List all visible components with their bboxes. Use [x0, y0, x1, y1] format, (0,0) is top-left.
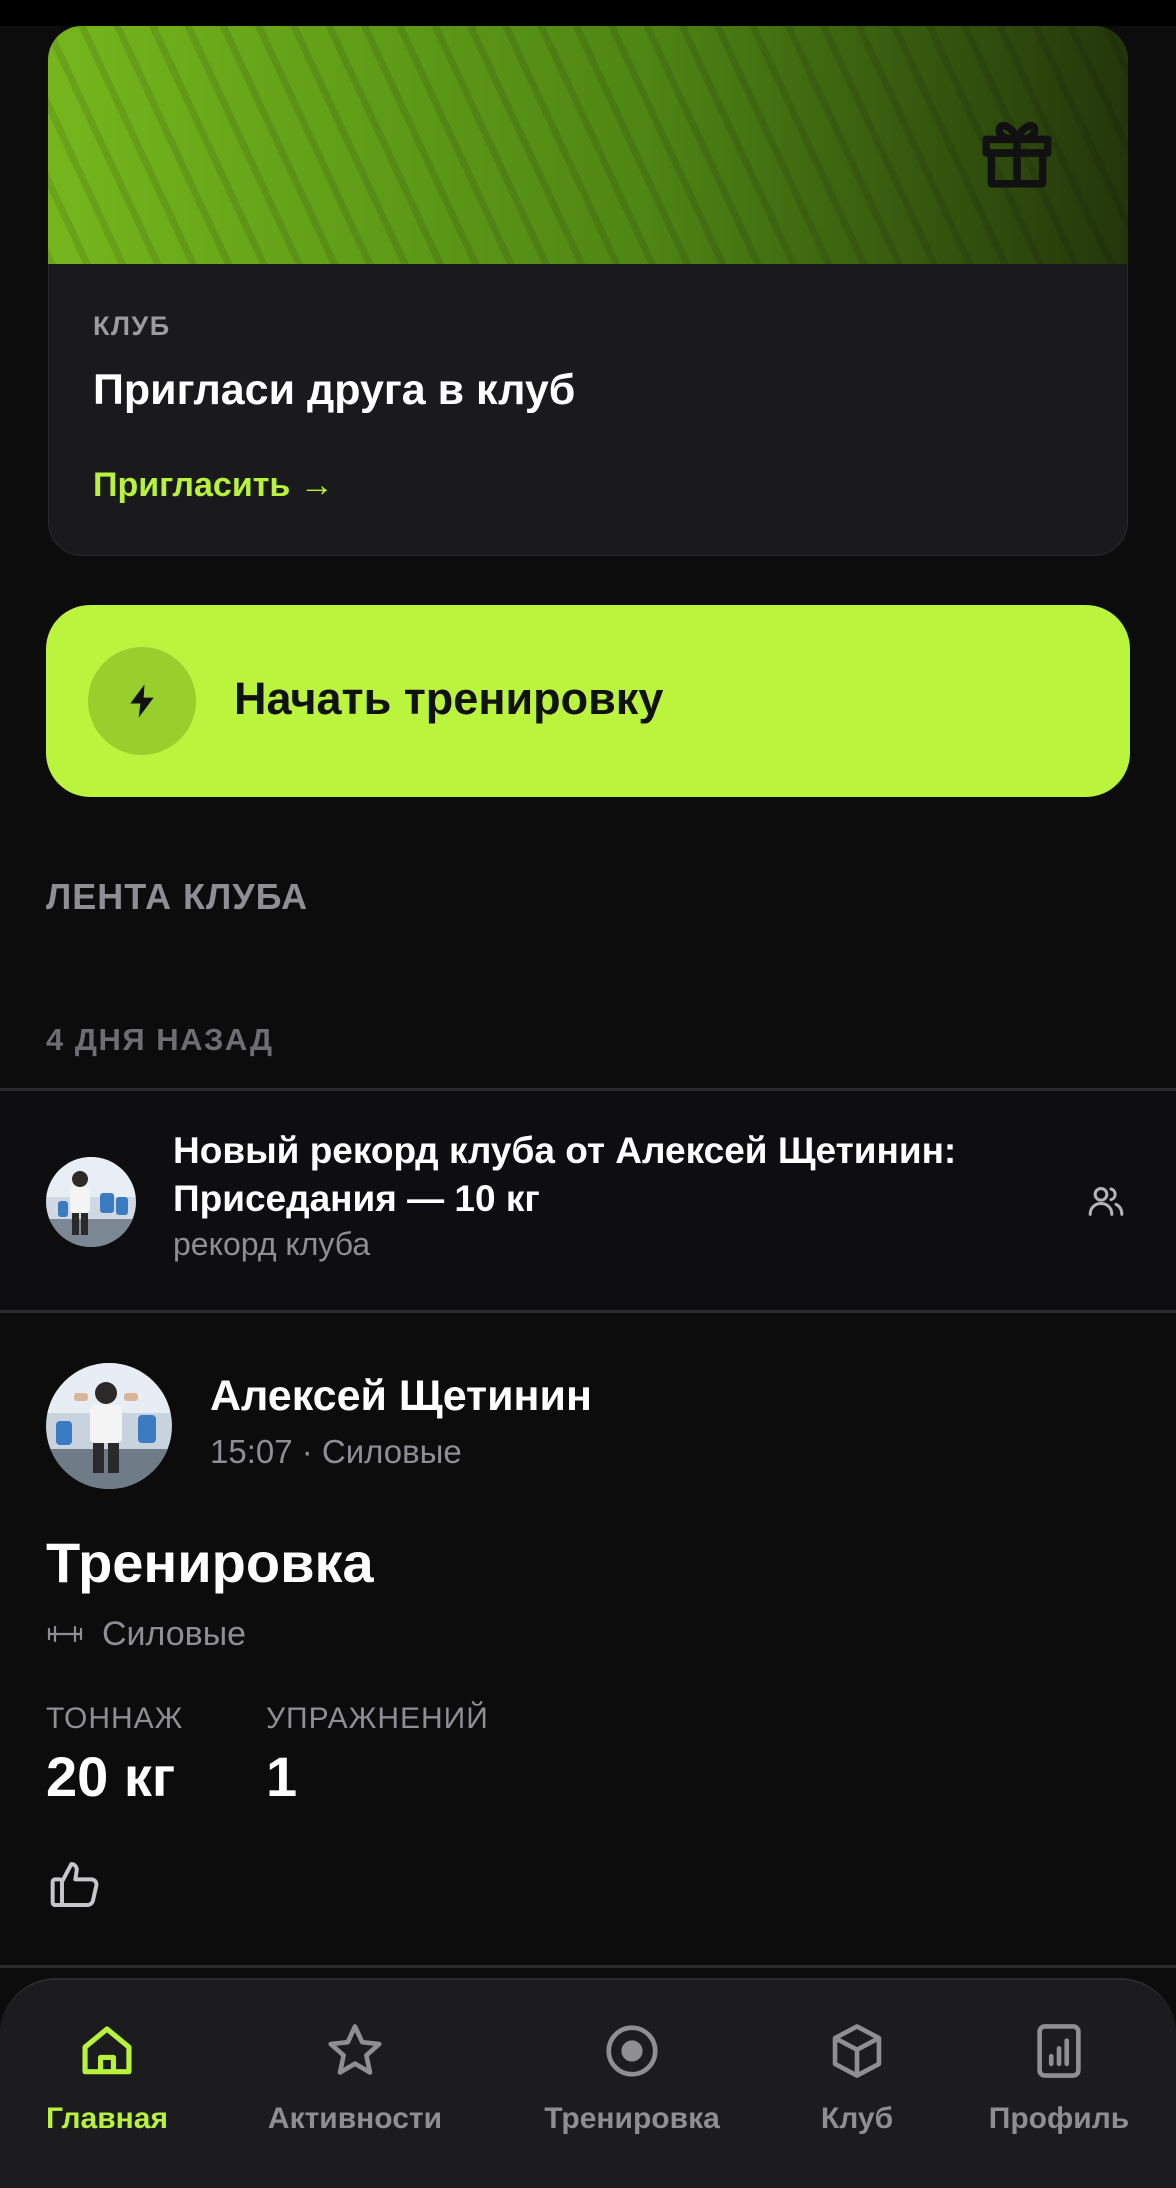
feed-date-label: 4 ДНЯ НАЗАД [46, 1022, 274, 1057]
stat-value-exercises: 1 [266, 1745, 298, 1808]
start-icon-circle [88, 647, 196, 755]
divider [0, 1310, 1176, 1313]
tab-label: Активности [267, 2102, 443, 2135]
feed-section-title: ЛЕНТА КЛУБА [46, 876, 309, 917]
tab-label: Клуб [820, 2102, 894, 2135]
target-icon [606, 2025, 658, 2077]
like-button[interactable] [46, 1856, 110, 1916]
invite-card[interactable]: КЛУБ Пригласи друга в клуб Пригласить → [48, 26, 1128, 556]
start-workout-button[interactable]: Начать тренировку [46, 605, 1130, 797]
home-icon [82, 2026, 132, 2075]
avatar [46, 1157, 136, 1247]
invite-link[interactable]: Пригласить → [93, 466, 334, 505]
post-author[interactable]: Алексей Щетинин [210, 1372, 592, 1421]
divider [0, 1088, 1176, 1091]
people-icon [1088, 1187, 1124, 1216]
invite-banner [48, 26, 1128, 264]
dumbbell-icon [47, 1625, 83, 1643]
status-bar-strip [0, 0, 1176, 26]
tab-bar: Главная Активности Тренировка Клуб Профи… [0, 1978, 1176, 2188]
tab-home[interactable]: Главная [0, 2020, 217, 2150]
post-type: Силовые [46, 1614, 246, 1654]
record-title: Новый рекорд клуба от Алексей Щетинин: П… [173, 1130, 957, 1219]
star-icon [328, 2024, 382, 2075]
start-workout-label: Начать тренировку [234, 673, 664, 724]
tab-label: Главная [45, 2102, 168, 2135]
club-record-item[interactable]: Новый рекорд клуба от Алексей Щетинин: П… [0, 1093, 1176, 1310]
stat-label-exercises: УПРАЖНЕНИЙ [266, 1702, 489, 1735]
invite-title: Пригласи друга в клуб [93, 366, 576, 414]
cube-icon [832, 2024, 882, 2078]
post-title: Тренировка [46, 1531, 374, 1594]
tab-workout[interactable]: Тренировка [522, 2020, 742, 2150]
lightning-icon [130, 684, 154, 718]
author-avatar[interactable] [46, 1363, 172, 1489]
tab-profile[interactable]: Профиль [949, 2020, 1169, 2150]
tab-club[interactable]: Клуб [747, 2020, 967, 2150]
stat-label-tonnage: ТОННАЖ [46, 1702, 184, 1735]
tab-label: Профиль [988, 2102, 1130, 2135]
chart-icon [1037, 2024, 1081, 2078]
stat-value-tonnage: 20 кг [46, 1745, 176, 1808]
tab-label: Тренировка [544, 2102, 720, 2135]
invite-kicker: КЛУБ [93, 311, 171, 341]
thumbs-up-icon [50, 1862, 99, 1907]
tab-activities[interactable]: Активности [245, 2020, 465, 2150]
gift-icon [982, 121, 1052, 188]
divider [0, 1965, 1176, 1968]
record-subtitle: рекорд клуба [173, 1226, 371, 1262]
post-type-label: Силовые [102, 1614, 247, 1653]
post-meta: 15:07 · Силовые [210, 1433, 462, 1470]
